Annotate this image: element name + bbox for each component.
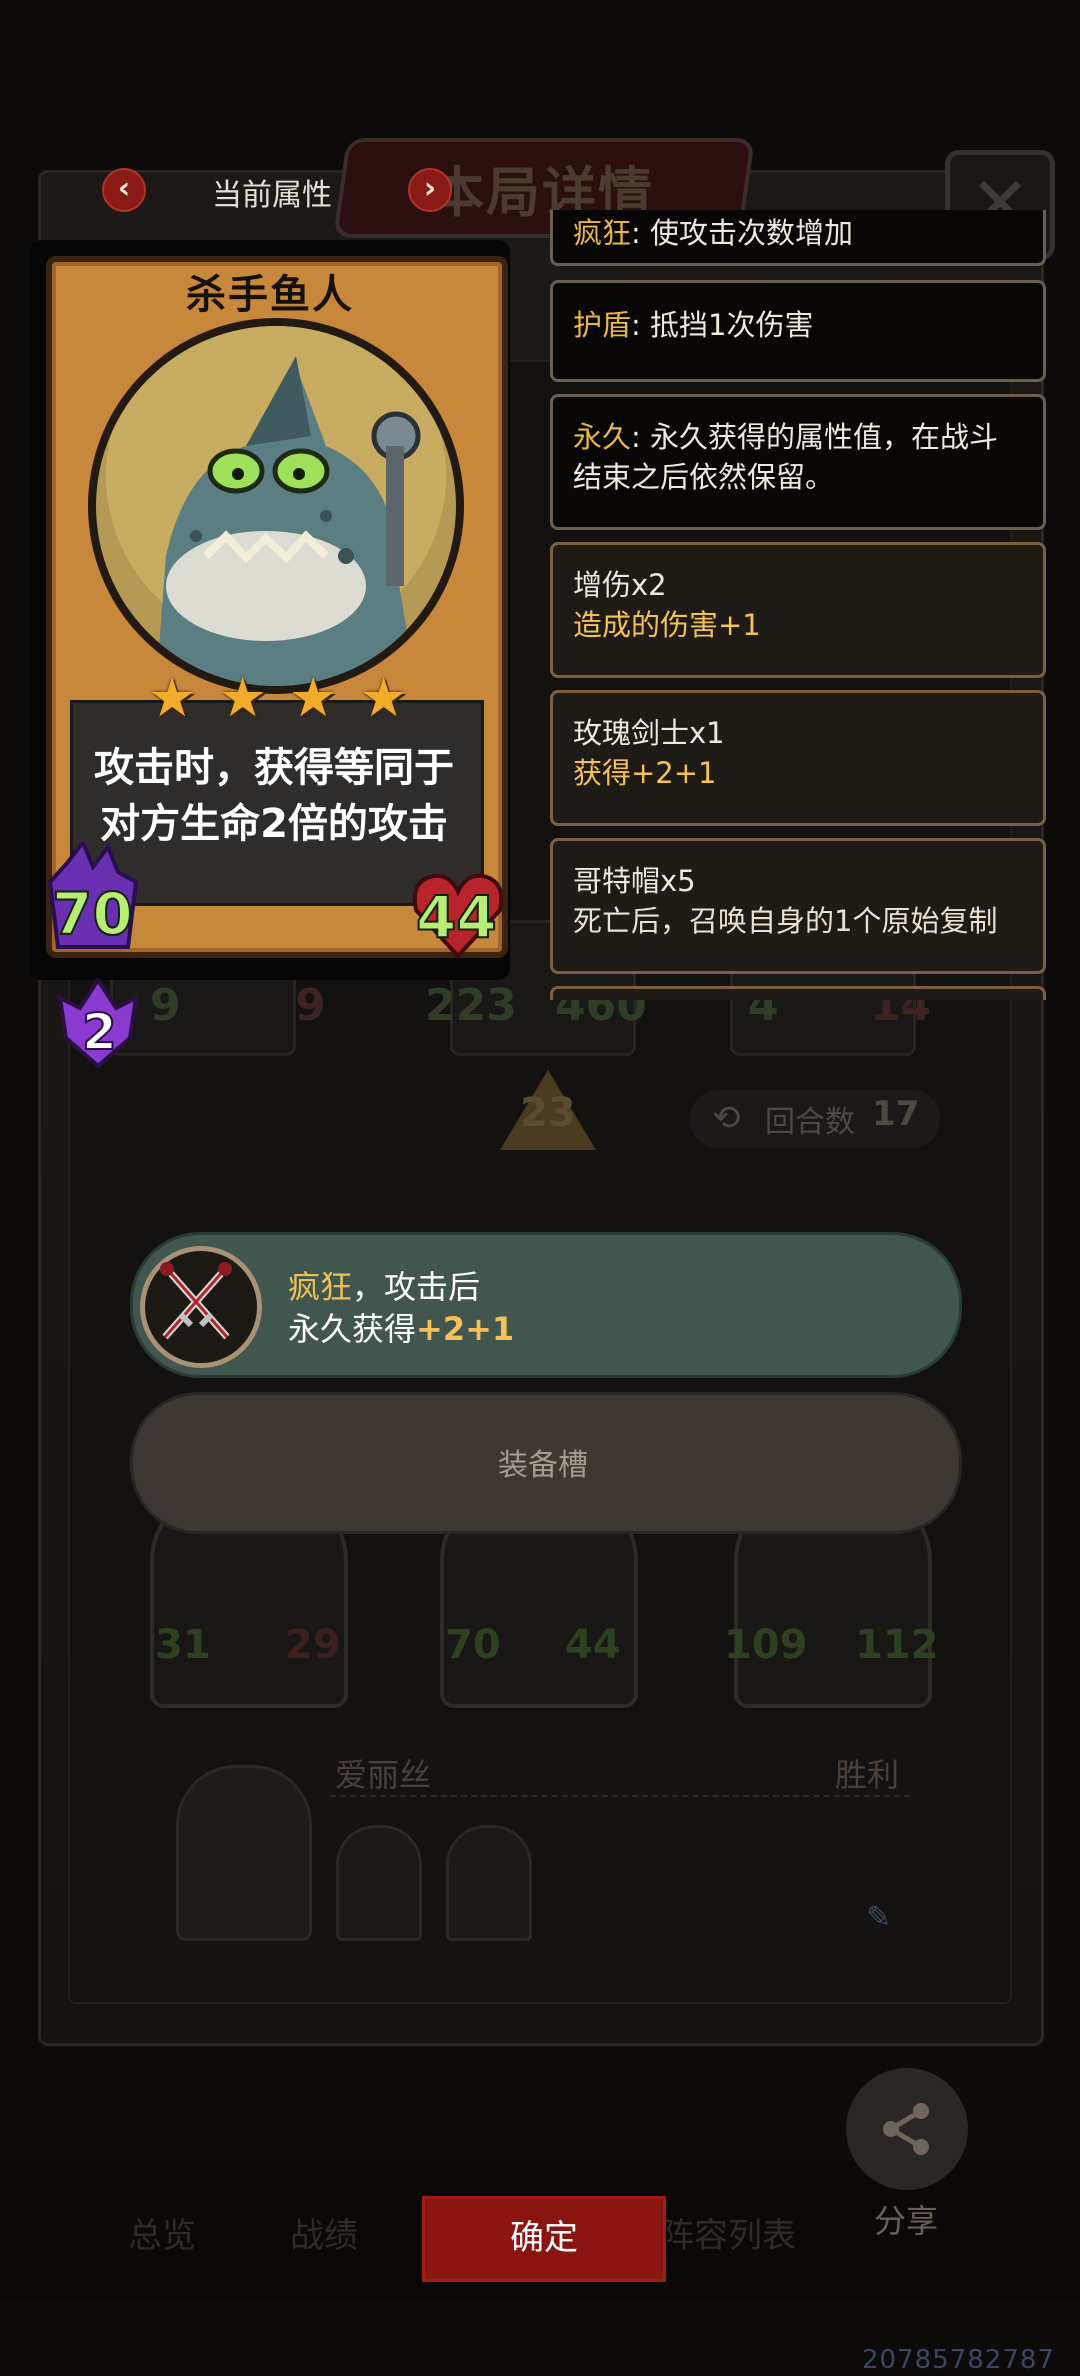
- attribute-list[interactable]: 疯狂: 使攻击次数增加 护盾: 抵挡1次伤害 永久: 永久获得的属性值，在战斗结…: [546, 210, 1050, 1000]
- enemy-2-attack: 223: [425, 980, 517, 1031]
- unit-name: 杀手鱼人: [186, 272, 354, 318]
- attribute-title: 当前属性: [212, 178, 332, 213]
- keyword-frenzy: 疯狂: 使攻击次数增加: [550, 210, 1046, 266]
- opponent-unit-portrait: [446, 1825, 532, 1941]
- crossed-swords-icon: [160, 1262, 232, 1340]
- share-button[interactable]: [846, 2068, 968, 2190]
- divider: [330, 1795, 910, 1797]
- buff-next: [550, 986, 1046, 1000]
- level-value: 2: [81, 1002, 118, 1062]
- turns-label: 回合数: [765, 1105, 855, 1140]
- share-label: 分享: [874, 2202, 939, 2240]
- buff-rose-swordsman: 玫瑰剑士x1 获得+2+1: [550, 690, 1046, 826]
- keyword-shield: 护盾: 抵挡1次伤害: [550, 280, 1046, 382]
- match-result: 胜利: [835, 1756, 900, 1794]
- confirm-button[interactable]: 确定: [422, 2196, 666, 2282]
- ability-line-1: 攻击时，获得等同于: [94, 745, 454, 791]
- opponent-unit-portrait: [336, 1825, 422, 1941]
- tab-record[interactable]: 战绩: [290, 2208, 358, 2257]
- health-value: 44: [415, 882, 498, 952]
- enemy-1-health: 9: [295, 980, 326, 1031]
- keyword-permanent: 永久: 永久获得的属性值，在战斗结束之后依然保留。: [550, 394, 1046, 530]
- tab-overview[interactable]: 总览: [128, 2208, 196, 2257]
- board-1-attack: 31: [155, 1622, 211, 1668]
- buff-damage-boost: 增伤x2 造成的伤害+1: [550, 542, 1046, 678]
- prev-arrow-button[interactable]: ‹: [102, 168, 146, 212]
- board-3-health: 112: [855, 1622, 939, 1668]
- equipment-slot-label: 装备槽: [498, 1448, 588, 1483]
- star-icon: ★: [289, 666, 338, 729]
- repeat-icon: ⟲: [712, 1098, 741, 1138]
- tab-lineup[interactable]: 阵容列表: [660, 2208, 796, 2257]
- buff-goth-hat: 哥特帽x5 死亡后，召唤自身的1个原始复制: [550, 838, 1046, 974]
- share-icon: [883, 2103, 929, 2155]
- board-3-attack: 109: [724, 1622, 808, 1668]
- round-number: 23: [520, 1090, 576, 1136]
- next-arrow-button[interactable]: ›: [408, 168, 452, 212]
- board-1-health: 29: [285, 1622, 341, 1668]
- star-icon: ★: [218, 666, 267, 729]
- star-icon: ★: [148, 666, 197, 729]
- equipment-desc-line-1: 疯狂，攻击后: [288, 1268, 481, 1306]
- star-rating: ★ ★ ★ ★: [148, 666, 408, 729]
- attack-value: 70: [51, 879, 134, 949]
- turns-count: 17: [872, 1094, 920, 1134]
- equipment-icon: [140, 1246, 262, 1368]
- opponent-portrait: [176, 1765, 312, 1941]
- fishman-portrait-image: [96, 326, 456, 686]
- user-id: 20785782787: [862, 2345, 1055, 2375]
- equipment-desc-line-2: 永久获得+2+1: [288, 1310, 515, 1348]
- star-icon: ★: [359, 666, 408, 729]
- ability-text: 攻击时，获得等同于 对方生命2倍的攻击: [70, 740, 478, 852]
- board-2-attack: 70: [445, 1622, 501, 1668]
- enemy-1-attack: 9: [150, 980, 181, 1031]
- unit-portrait: [88, 318, 464, 694]
- opponent-name: 爱丽丝: [335, 1756, 432, 1794]
- edit-icon[interactable]: ✎: [866, 1900, 891, 1935]
- board-2-health: 44: [565, 1622, 621, 1668]
